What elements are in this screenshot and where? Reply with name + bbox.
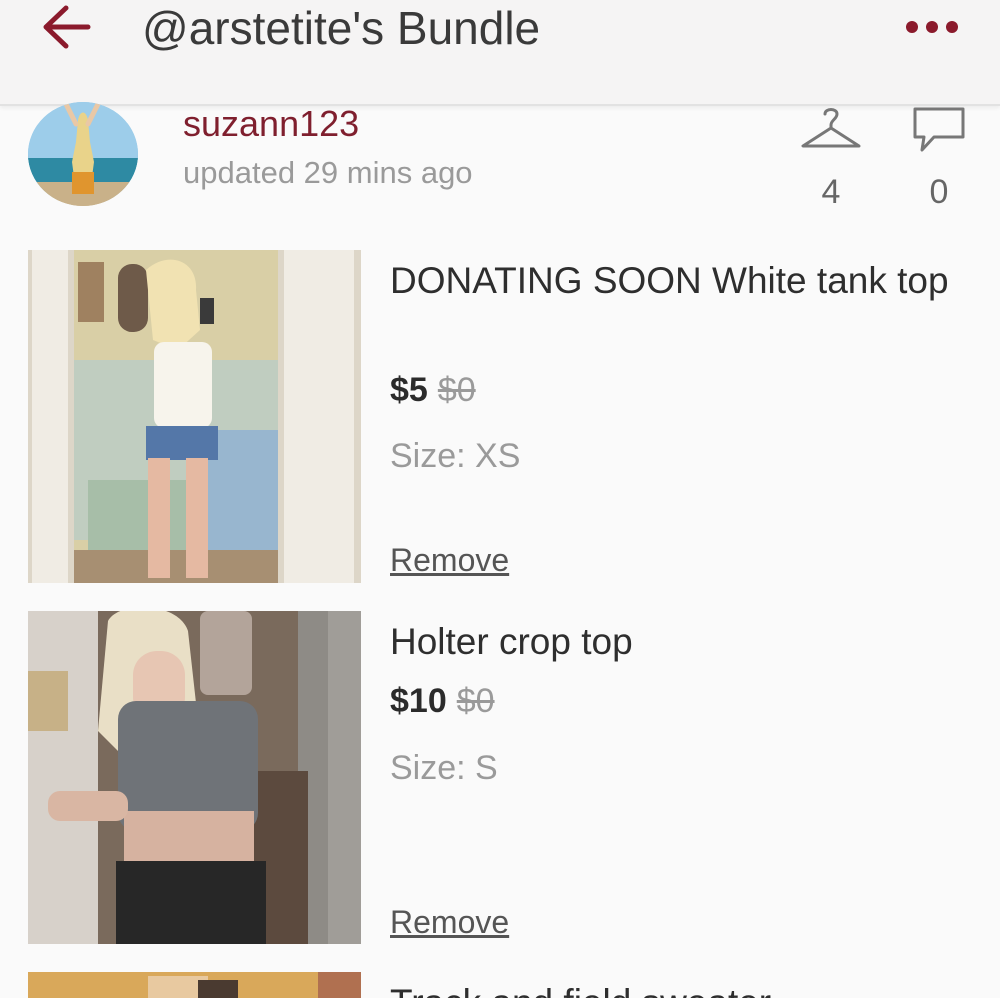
item-size: Size: S [390,749,498,787]
item-photo[interactable] [28,250,361,583]
comments-count: 0 [929,173,949,211]
item-title[interactable]: Holter crop top [390,617,950,667]
bundle-item[interactable]: Holter crop top $10 $0 Size: S Remove [0,611,1000,951]
page-title: @arstetite's Bundle [142,2,541,54]
app-bar: @arstetite's Bundle [0,0,1000,106]
back-button[interactable] [38,2,94,52]
arrow-left-icon [43,5,91,49]
seller-username[interactable]: suzann123 [183,104,359,144]
item-price: $5 [390,371,428,409]
item-original-price: $0 [437,371,476,409]
item-size: Size: XS [390,437,521,475]
more-options-button[interactable] [900,10,964,44]
updated-time: updated 29 mins ago [183,155,473,190]
remove-button[interactable]: Remove [390,902,509,942]
item-price: $10 [390,682,447,720]
item-price-row: $10 $0 [390,681,495,721]
item-photo[interactable] [28,972,361,998]
item-title[interactable]: Track and field sweater [390,978,950,998]
seller-row: suzann123 updated 29 mins ago 4 0 [0,102,1000,236]
avatar[interactable] [28,102,138,206]
comment-icon[interactable] [912,106,966,154]
more-horizontal-icon [906,21,958,33]
item-title[interactable]: DONATING SOON White tank top [390,256,950,306]
hanger-icon[interactable] [800,106,862,152]
likes-count: 4 [821,173,841,211]
item-photo[interactable] [28,611,361,944]
item-price-row: $5 $0 [390,370,476,410]
bundle-item[interactable]: Track and field sweater [0,972,1000,998]
remove-button[interactable]: Remove [390,540,509,580]
bundle-item[interactable]: DONATING SOON White tank top $5 $0 Size: … [0,250,1000,590]
item-original-price: $0 [456,682,495,720]
